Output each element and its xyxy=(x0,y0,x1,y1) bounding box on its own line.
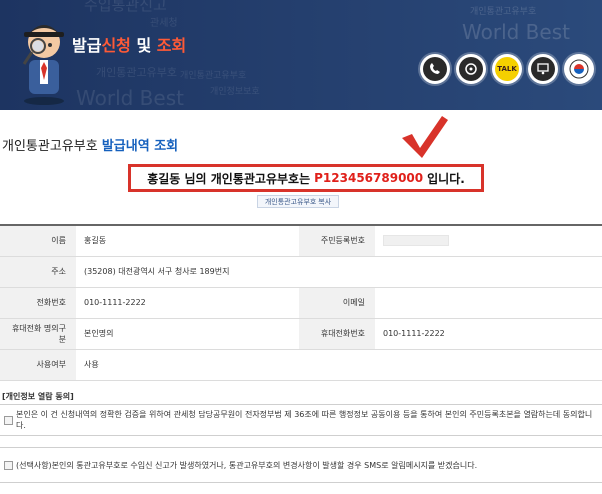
applicant-info-table: 이름 홍길동 주민등록번호 주소 (35208) 대전광역시 서구 청사로 18… xyxy=(0,224,602,381)
table-row: 주소 (35208) 대전광역시 서구 청사로 189번지 xyxy=(0,256,602,288)
watermark-text: 수입통관신고 xyxy=(84,0,167,14)
banner-title: 발급신청 및 조회 xyxy=(72,32,186,56)
watermark-text: 개인통관고유부호 xyxy=(470,7,537,17)
table-row: 휴대전화 명의구분 본인명의 휴대전화번호 010-1111-2222 xyxy=(0,318,602,350)
consent-item: 본인은 이 건 신청내역의 정확한 검증을 위하여 관세청 담당공무원이 전자정… xyxy=(0,404,602,436)
watermark-text: 관세청 xyxy=(150,18,178,29)
page-title-highlight: 발급내역 조회 xyxy=(101,139,179,154)
page-title: 개인통관고유부호 발급내역 조회 xyxy=(2,135,178,154)
label-mobile-owner-type: 휴대전화 명의구분 xyxy=(0,318,76,350)
masked-field xyxy=(383,235,449,247)
kakaotalk-label: TALK xyxy=(495,57,519,81)
label-usage-status: 사용여부 xyxy=(0,349,76,381)
sms-consent-checkbox[interactable] xyxy=(4,460,13,470)
value-mobile-number: 010-1111-2222 xyxy=(375,318,602,350)
value-email xyxy=(375,287,602,319)
watermark-text: World Best xyxy=(462,20,570,44)
consent-title: [개인정보 열람 동의] xyxy=(2,392,74,401)
watermark-text: 개인정보보호 xyxy=(210,87,260,97)
watermark-text: World Best xyxy=(76,86,184,110)
check-mark-icon xyxy=(402,116,448,158)
chat-icon[interactable] xyxy=(456,54,486,84)
value-address: (35208) 대전광역시 서구 청사로 189번지 xyxy=(76,256,602,288)
value-resident-number xyxy=(375,224,602,257)
phone-icon[interactable] xyxy=(420,54,450,84)
table-row: 전화번호 010-1111-2222 이메일 xyxy=(0,287,602,319)
banner-title-text: 발급 xyxy=(72,36,102,55)
label-name: 이름 xyxy=(0,224,76,257)
result-suffix: 입니다. xyxy=(427,171,465,186)
label-resident-number: 주민등록번호 xyxy=(299,224,375,257)
label-phone: 전화번호 xyxy=(0,287,76,319)
value-mobile-owner-type: 본인명의 xyxy=(76,318,299,350)
consent-checkbox[interactable] xyxy=(4,415,13,425)
kakaotalk-icon[interactable]: TALK xyxy=(492,54,522,84)
sms-consent-text: (선택사항)본인의 통관고유부호로 수입신 신고가 발생하였거나, 통관고유부호… xyxy=(16,460,478,470)
banner-title-highlight: 조회 xyxy=(156,36,187,55)
emblem-icon[interactable] xyxy=(564,54,594,84)
label-mobile-number: 휴대전화번호 xyxy=(299,318,375,350)
result-message-box: 홍길동 님의 개인통관고유부호는 P123456789000 입니다. xyxy=(128,164,484,192)
label-email: 이메일 xyxy=(299,287,375,319)
customs-code-value: P123456789000 xyxy=(314,171,424,185)
consent-text: 본인은 이 건 신청내역의 정확한 검증을 위하여 관세청 담당공무원이 전자정… xyxy=(16,410,593,430)
presentation-icon[interactable] xyxy=(528,54,558,84)
table-row: 사용여부 사용 xyxy=(0,349,602,381)
value-name: 홍길동 xyxy=(76,224,299,257)
banner-title-highlight: 신청 xyxy=(101,36,131,55)
label-address: 주소 xyxy=(0,256,76,288)
page-title-main: 개인통관고유부호 xyxy=(2,139,98,154)
quick-link-icons: TALK xyxy=(420,54,594,84)
table-row: 이름 홍길동 주민등록번호 xyxy=(0,224,602,257)
copy-code-button[interactable]: 개인통관고유부호 복사 xyxy=(257,195,339,208)
result-message: 님의 개인통관고유부호는 xyxy=(184,171,311,186)
banner-title-text: 및 xyxy=(130,36,157,55)
value-usage-status: 사용 xyxy=(76,349,602,381)
watermark-text: 개인통관고유부호 xyxy=(180,71,247,81)
result-name: 홍길동 xyxy=(147,171,181,186)
header-banner: 수입통관신고 관세청 개인통관고유부호 World Best 개인정보보호 개인… xyxy=(0,0,602,110)
mascot-inspector-icon xyxy=(22,25,64,105)
watermark-text: 개인통관고유부호 xyxy=(96,66,177,79)
value-phone: 010-1111-2222 xyxy=(76,287,299,319)
consent-item: (선택사항)본인의 통관고유부호로 수입신 신고가 발생하였거나, 통관고유부호… xyxy=(0,447,602,483)
